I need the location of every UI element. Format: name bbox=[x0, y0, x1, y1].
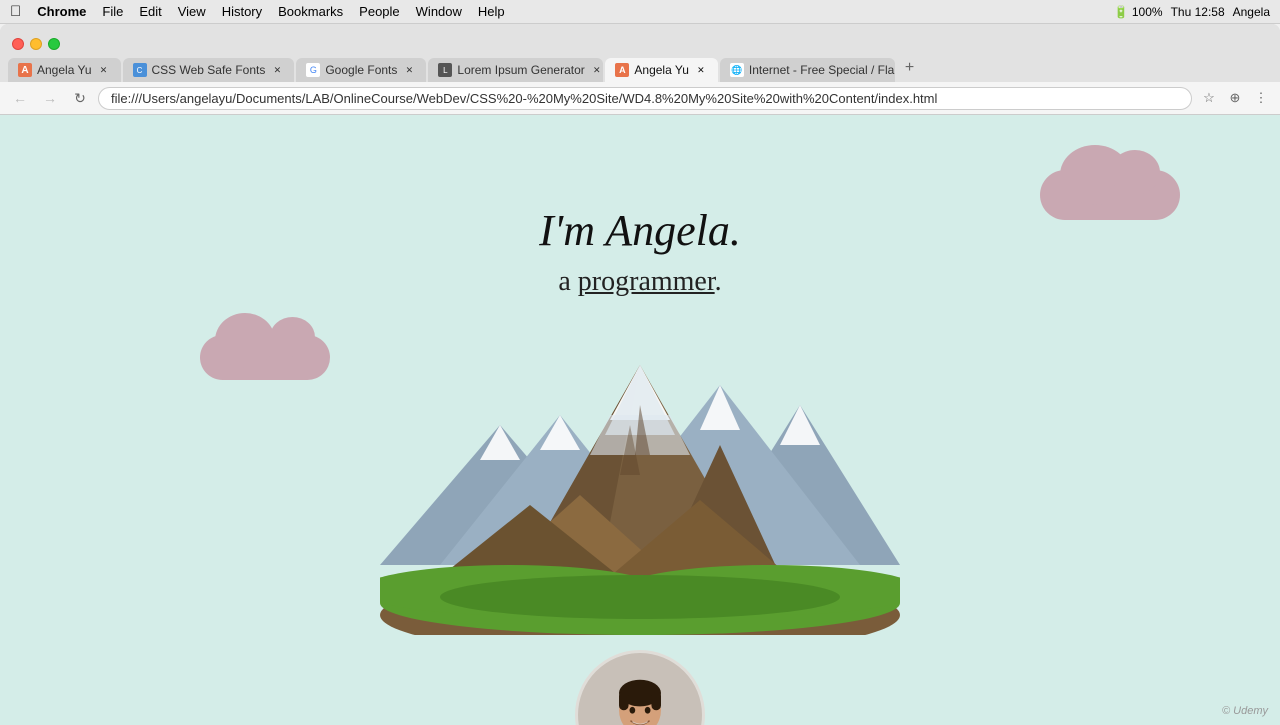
menu-history[interactable]: History bbox=[222, 4, 262, 19]
bookmark-icon[interactable]: ☆ bbox=[1198, 87, 1220, 109]
tab-close-css[interactable]: ✕ bbox=[270, 63, 284, 77]
tab-label-css: CSS Web Safe Fonts bbox=[152, 63, 266, 77]
close-button[interactable] bbox=[12, 38, 24, 50]
time-display: Thu 12:58 bbox=[1171, 5, 1225, 19]
back-button[interactable]: ← bbox=[8, 86, 32, 110]
avatar-container bbox=[575, 650, 705, 725]
tab-favicon-internet: 🌐 bbox=[730, 63, 744, 77]
address-bar-row: ← → ↻ file:///Users/angelayu/Documents/L… bbox=[0, 82, 1280, 115]
tab-label-angela2: Angela Yu bbox=[634, 63, 689, 77]
forward-button[interactable]: → bbox=[38, 86, 62, 110]
traffic-lights bbox=[0, 32, 1280, 54]
extension-icon[interactable]: ⊕ bbox=[1224, 87, 1246, 109]
cloud-right bbox=[1040, 170, 1180, 220]
tab-close-lorem[interactable]: ✕ bbox=[590, 63, 604, 77]
battery-icon: 🔋 100% bbox=[1114, 5, 1163, 19]
app-name[interactable]: Chrome bbox=[37, 4, 86, 19]
mountain-illustration bbox=[380, 325, 900, 640]
address-input[interactable]: file:///Users/angelayu/Documents/LAB/Onl… bbox=[98, 87, 1192, 110]
browser-header: A Angela Yu ✕ C CSS Web Safe Fonts ✕ G G… bbox=[0, 24, 1280, 82]
menu-people[interactable]: People bbox=[359, 4, 399, 19]
tab-favicon-google: G bbox=[306, 63, 320, 77]
tab-label-google: Google Fonts bbox=[325, 63, 397, 77]
tab-angela-yu-1[interactable]: A Angela Yu ✕ bbox=[8, 58, 121, 82]
heading-name: I'm Angela. bbox=[390, 205, 890, 256]
apple-menu[interactable]:  bbox=[10, 3, 21, 20]
heading-sub: a programmer. bbox=[390, 266, 890, 298]
tab-favicon-angela: A bbox=[18, 63, 32, 77]
tab-favicon-css: C bbox=[133, 63, 147, 77]
menu-dots-icon[interactable]: ⋮ bbox=[1250, 87, 1272, 109]
minimize-button[interactable] bbox=[30, 38, 42, 50]
tab-favicon-lorem: L bbox=[438, 63, 452, 77]
menu-bar-right: 🔋 100% Thu 12:58 Angela bbox=[1114, 5, 1270, 19]
tabs-row: A Angela Yu ✕ C CSS Web Safe Fonts ✕ G G… bbox=[0, 54, 1280, 82]
tab-label-internet: Internet - Free Special / Fla... bbox=[749, 63, 895, 77]
menu-bookmarks[interactable]: Bookmarks bbox=[278, 4, 343, 19]
menu-file[interactable]: File bbox=[102, 4, 123, 19]
tab-close-angela2[interactable]: ✕ bbox=[694, 63, 708, 77]
tab-lorem-ipsum[interactable]: L Lorem Ipsum Generator ✕ bbox=[428, 58, 603, 82]
avatar-circle bbox=[575, 650, 705, 725]
tab-label-lorem: Lorem Ipsum Generator bbox=[457, 63, 584, 77]
menu-window[interactable]: Window bbox=[416, 4, 462, 19]
menu-help[interactable]: Help bbox=[478, 4, 505, 19]
tab-angela-yu-2[interactable]: A Angela Yu ✕ bbox=[605, 58, 718, 82]
tab-css-web-safe[interactable]: C CSS Web Safe Fonts ✕ bbox=[123, 58, 295, 82]
webpage-content: I'm Angela. a programmer. bbox=[0, 115, 1280, 725]
new-tab-button[interactable]: + bbox=[897, 54, 922, 82]
tab-google-fonts[interactable]: G Google Fonts ✕ bbox=[296, 58, 426, 82]
heading-container: I'm Angela. a programmer. bbox=[390, 205, 890, 298]
maximize-button[interactable] bbox=[48, 38, 60, 50]
user-name: Angela bbox=[1233, 5, 1270, 19]
udemy-watermark: © Udemy bbox=[1222, 705, 1268, 717]
menu-view[interactable]: View bbox=[178, 4, 206, 19]
menu-bar:  Chrome File Edit View History Bookmark… bbox=[0, 0, 1280, 24]
tab-label-angela: Angela Yu bbox=[37, 63, 92, 77]
tab-internet-free[interactable]: 🌐 Internet - Free Special / Fla... ✕ bbox=[720, 58, 895, 82]
address-bar-icons: ☆ ⊕ ⋮ bbox=[1198, 87, 1272, 109]
reload-button[interactable]: ↻ bbox=[68, 86, 92, 110]
tab-close-angela[interactable]: ✕ bbox=[97, 63, 111, 77]
tab-favicon-angela2: A bbox=[615, 63, 629, 77]
browser-chrome: A Angela Yu ✕ C CSS Web Safe Fonts ✕ G G… bbox=[0, 24, 1280, 725]
cloud-left bbox=[200, 335, 330, 380]
tab-close-google[interactable]: ✕ bbox=[402, 63, 416, 77]
menu-edit[interactable]: Edit bbox=[139, 4, 161, 19]
